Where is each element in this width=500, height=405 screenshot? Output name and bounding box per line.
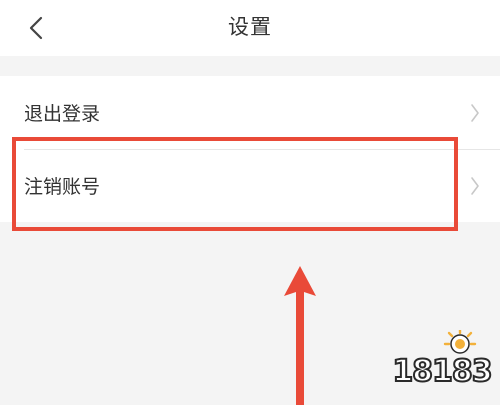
chevron-right-icon xyxy=(471,176,479,195)
page-title: 设置 xyxy=(228,15,272,39)
header-bar: 设置 xyxy=(0,0,500,56)
chevron-right-icon xyxy=(471,103,479,122)
settings-list: 退出登录 注销账号 xyxy=(0,76,500,222)
watermark-logo: 18183 xyxy=(391,330,494,400)
arrow-up-icon xyxy=(284,266,316,405)
sun-icon xyxy=(443,330,477,354)
delete-account-label: 注销账号 xyxy=(24,176,101,198)
watermark-text: 18183 xyxy=(391,353,493,390)
logout-label: 退出登录 xyxy=(24,103,101,125)
logout-item[interactable]: 退出登录 xyxy=(0,76,500,149)
delete-account-item[interactable]: 注销账号 xyxy=(0,149,500,222)
